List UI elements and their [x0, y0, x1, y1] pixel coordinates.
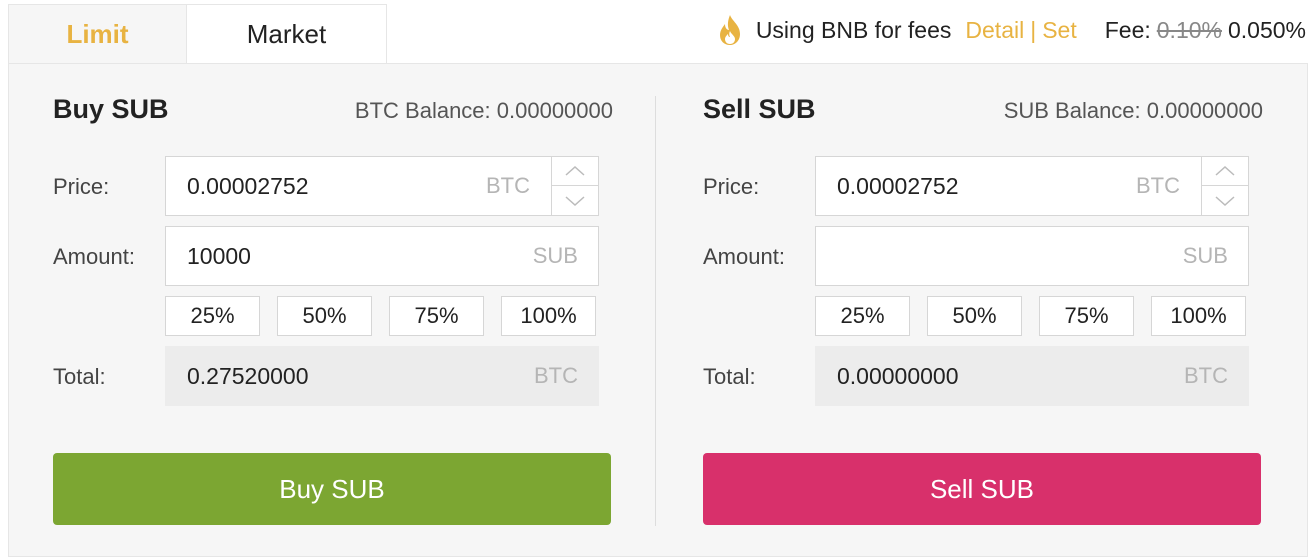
buy-price-stepper: [551, 156, 599, 216]
sell-percent-100-button[interactable]: 100%: [1151, 296, 1246, 336]
buy-balance: BTC Balance: 0.00000000: [354, 98, 613, 123]
buy-total-field: 0.27520000 BTC: [165, 346, 599, 406]
chevron-up-icon: [565, 165, 585, 176]
sell-percent-75-button[interactable]: 75%: [1039, 296, 1134, 336]
buy-total-value: 0.27520000: [187, 362, 309, 389]
sell-total-label: Total:: [703, 364, 756, 389]
buy-title: Buy SUB: [53, 94, 169, 124]
buy-price-label: Price:: [53, 174, 110, 199]
chevron-down-icon: [565, 195, 585, 206]
sell-price-input[interactable]: [816, 157, 1136, 215]
fee-new-rate: 0.050%: [1227, 16, 1306, 43]
sell-amount-label: Amount:: [703, 244, 785, 269]
buy-amount-field: SUB: [165, 226, 599, 286]
buy-percent-100-button[interactable]: 100%: [501, 296, 596, 336]
buy-percent-buttons: 25% 50% 75% 100%: [165, 296, 596, 336]
flame-icon: [719, 15, 740, 45]
sell-price-label: Price:: [703, 174, 760, 199]
link-separator: |: [1030, 16, 1037, 43]
buy-percent-75-button[interactable]: 75%: [389, 296, 484, 336]
sell-price-field: BTC: [815, 156, 1249, 216]
sell-price-decrement[interactable]: [1202, 186, 1248, 215]
sell-title: Sell SUB: [703, 94, 816, 124]
buy-price-field: BTC: [165, 156, 599, 216]
set-link[interactable]: Set: [1042, 17, 1077, 44]
buy-price-decrement[interactable]: [552, 186, 598, 215]
sell-balance: SUB Balance: 0.00000000: [1003, 98, 1263, 123]
buy-amount-unit: SUB: [532, 243, 578, 268]
sell-total-value: 0.00000000: [837, 362, 959, 389]
fee-bar: Using BNB for fees Detail | Set Fee: 0.1…: [716, 10, 1306, 50]
detail-link[interactable]: Detail: [965, 17, 1024, 44]
sell-amount-field: SUB: [815, 226, 1249, 286]
sell-price-increment[interactable]: [1202, 157, 1248, 186]
fee-old-rate: 0.10%: [1156, 16, 1222, 43]
buy-percent-50-button[interactable]: 50%: [277, 296, 372, 336]
sell-price-stepper: [1201, 156, 1249, 216]
order-type-tabs: Limit Market: [8, 4, 387, 64]
order-panel: Buy SUB BTC Balance: 0.00000000 Price: B…: [8, 63, 1308, 557]
buy-form: Buy SUB BTC Balance: 0.00000000 Price: B…: [53, 64, 613, 556]
bnb-fee-text: Using BNB for fees: [755, 16, 952, 43]
sell-amount-unit: SUB: [1182, 243, 1228, 268]
sell-amount-input[interactable]: [816, 227, 1183, 285]
sell-percent-50-button[interactable]: 50%: [927, 296, 1022, 336]
buy-percent-25-button[interactable]: 25%: [165, 296, 260, 336]
tab-market[interactable]: Market: [186, 4, 387, 64]
buy-button[interactable]: Buy SUB: [53, 453, 611, 525]
sell-percent-25-button[interactable]: 25%: [815, 296, 910, 336]
buy-total-label: Total:: [53, 364, 106, 389]
buy-amount-input[interactable]: [166, 227, 533, 285]
sell-total-unit: BTC: [1184, 363, 1228, 388]
sell-form: Sell SUB SUB Balance: 0.00000000 Price: …: [703, 64, 1263, 556]
buy-total-unit: BTC: [534, 363, 578, 388]
sell-total-field: 0.00000000 BTC: [815, 346, 1249, 406]
buy-price-input[interactable]: [166, 157, 486, 215]
tab-limit[interactable]: Limit: [8, 4, 186, 64]
sell-percent-buttons: 25% 50% 75% 100%: [815, 296, 1246, 336]
buy-amount-label: Amount:: [53, 244, 135, 269]
fee-label: Fee:: [1104, 16, 1151, 43]
chevron-up-icon: [1215, 165, 1235, 176]
chevron-down-icon: [1215, 195, 1235, 206]
buy-price-increment[interactable]: [552, 157, 598, 186]
panel-divider: [655, 96, 656, 526]
sell-button[interactable]: Sell SUB: [703, 453, 1261, 525]
